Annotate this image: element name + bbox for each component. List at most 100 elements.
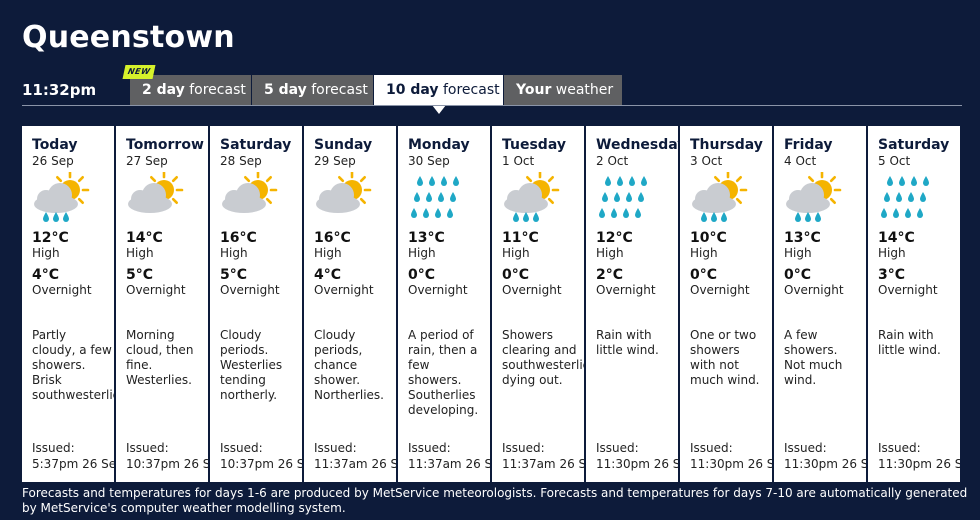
forecast-description: A few showers. Not much wind.	[784, 328, 843, 387]
low-temp: 3°C	[878, 267, 906, 283]
high-label: High	[878, 246, 906, 260]
issued-info: Issued: 11:30pm 26 Sep	[596, 440, 678, 472]
day-name: Saturday	[878, 137, 950, 153]
high-temp: 16°C	[220, 230, 257, 246]
forecast-description: Cloudy periods. Westerlies tending north…	[220, 328, 283, 402]
day-name: Saturday	[220, 137, 292, 153]
tab-your-weather[interactable]: Your weather	[504, 75, 622, 105]
issued-time: 11:37am 26 Sep	[314, 457, 396, 471]
day-date: 26 Sep	[32, 154, 74, 168]
high-label: High	[32, 246, 60, 260]
tab-label-rest: forecast	[306, 82, 368, 98]
issued-label: Issued:	[690, 441, 733, 455]
issued-label: Issued:	[878, 441, 921, 455]
ten-day-forecast: Today 26 Sep 12°C High 4°C Overnight Partly cl…	[22, 126, 980, 482]
low-temp: 4°C	[32, 267, 60, 283]
issued-time: 5:37pm 26 Sep	[32, 457, 114, 471]
issued-info: Issued: 11:37am 26 Sep	[314, 440, 396, 472]
forecast-description: Showers clearing and southwesterlies dyi…	[502, 328, 584, 387]
high-temp: 13°C	[408, 230, 445, 246]
low-temp: 2°C	[596, 267, 624, 283]
low-label: Overnight	[690, 283, 750, 297]
day-name: Friday	[784, 137, 833, 153]
low-temp: 0°C	[690, 267, 718, 283]
day-name: Tomorrow	[126, 137, 204, 153]
issued-label: Issued:	[220, 441, 263, 455]
rain-icon	[411, 176, 459, 218]
rain-icon	[599, 176, 647, 218]
forecast-description: One or two showers with not much wind.	[690, 328, 760, 387]
issued-label: Issued:	[314, 441, 357, 455]
partly-cloudy-showers-icon	[692, 172, 748, 222]
issued-label: Issued:	[32, 441, 75, 455]
partly-cloudy-showers-icon	[504, 172, 560, 222]
high-label: High	[126, 246, 154, 260]
tab-5-day-forecast[interactable]: 5 day forecast	[252, 75, 373, 105]
day-card: Saturday 28 Sep 16°C High 5°C Overnight Cloudy…	[210, 126, 302, 482]
current-time: 11:32pm	[22, 81, 97, 99]
low-label: Overnight	[220, 283, 280, 297]
day-date: 27 Sep	[126, 154, 168, 168]
day-card: Thursday 3 Oct 10°C High 0°C Overnight One or …	[680, 126, 772, 482]
low-label: Overnight	[878, 283, 938, 297]
tab-2-day-forecast[interactable]: NEW 2 day forecast	[122, 65, 251, 105]
high-label: High	[596, 246, 624, 260]
partly-cloudy-icon	[316, 172, 372, 213]
low-label: Overnight	[596, 283, 656, 297]
issued-info: Issued: 5:37pm 26 Sep	[32, 440, 114, 472]
low-label: Overnight	[126, 283, 186, 297]
issued-label: Issued:	[502, 441, 545, 455]
day-card: Wednesday 2 Oct 12°C High 2°C Overnight Rain w…	[586, 126, 678, 482]
partly-cloudy-icon	[128, 172, 184, 213]
issued-label: Issued:	[596, 441, 639, 455]
day-card: Friday 4 Oct 13°C High 0°C Overnight A few sho…	[774, 126, 866, 482]
low-label: Overnight	[408, 283, 468, 297]
forecast-description: Rain with little wind.	[596, 328, 659, 357]
page-title: Queenstown	[22, 20, 235, 55]
high-temp: 12°C	[596, 230, 633, 246]
issued-info: Issued: 10:37pm 26 Sep	[126, 440, 208, 472]
day-date: 3 Oct	[690, 154, 723, 168]
day-date: 29 Sep	[314, 154, 356, 168]
low-temp: 5°C	[126, 267, 154, 283]
day-date: 28 Sep	[220, 154, 262, 168]
high-label: High	[220, 246, 248, 260]
issued-time: 10:37pm 26 Sep	[126, 457, 208, 471]
issued-time: 11:30pm 26 Sep	[878, 457, 960, 471]
high-label: High	[408, 246, 436, 260]
day-card: Sunday 29 Sep 16°C High 4°C Overnight Cloudy p…	[304, 126, 396, 482]
issued-time: 11:37am 26 Sep	[408, 457, 490, 471]
high-label: High	[314, 246, 342, 260]
header-divider	[22, 105, 962, 106]
issued-info: Issued: 11:37am 26 Sep	[408, 440, 490, 472]
low-label: Overnight	[784, 283, 844, 297]
tab-10-day-forecast[interactable]: 10 day forecast	[374, 75, 503, 114]
tab-label-bold: 10 day	[386, 82, 439, 98]
day-date: 5 Oct	[878, 154, 911, 168]
forecast-footnote: Forecasts and temperatures for days 1-6 …	[22, 486, 968, 515]
day-card: Tomorrow 27 Sep 14°C High 5°C Overnight Mornin…	[116, 126, 208, 482]
low-label: Overnight	[314, 283, 374, 297]
issued-info: Issued: 11:30pm 26 Sep	[784, 440, 866, 472]
issued-time: 11:30pm 26 Sep	[690, 457, 772, 471]
tab-label-bold: Your	[516, 82, 552, 98]
tab-label-rest: forecast	[184, 82, 246, 98]
partly-cloudy-icon	[222, 172, 278, 213]
tab-label-rest: weather	[551, 82, 614, 98]
issued-label: Issued:	[784, 441, 827, 455]
issued-info: Issued: 10:37pm 26 Sep	[220, 440, 302, 472]
forecast-description: A period of rain, then a few showers. So…	[408, 328, 479, 417]
high-label: High	[690, 246, 718, 260]
day-name: Monday	[408, 137, 470, 153]
day-name: Tuesday	[502, 137, 566, 153]
low-temp: 4°C	[314, 267, 342, 283]
high-temp: 11°C	[502, 230, 539, 246]
low-temp: 0°C	[408, 267, 436, 283]
day-date: 4 Oct	[784, 154, 817, 168]
high-temp: 10°C	[690, 230, 727, 246]
day-card: Saturday 5 Oct 14°C High 3°C Overnight Rain wi…	[868, 126, 960, 482]
partly-cloudy-showers-icon	[34, 172, 90, 222]
issued-info: Issued: 11:37am 26 Sep	[502, 440, 584, 472]
high-temp: 13°C	[784, 230, 821, 246]
high-temp: 16°C	[314, 230, 351, 246]
